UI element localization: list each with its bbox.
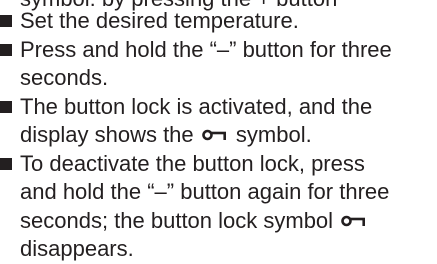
step-text-line-4: disappears. xyxy=(20,236,134,261)
step-text-line-3: seconds; the button lock symbol xyxy=(20,207,334,233)
instruction-page: symbol: by pressing the + button Set the… xyxy=(0,0,437,261)
instruction-list: Set the desired temperature. Press and h… xyxy=(0,7,437,264)
list-item-set-temperature: Set the desired temperature. xyxy=(0,7,437,36)
square-bullet-icon xyxy=(0,15,12,27)
list-item-press-hold: Press and hold the “–” button for three … xyxy=(0,36,437,93)
step-text: Set the desired temperature. xyxy=(20,8,299,33)
square-bullet-icon xyxy=(0,43,12,56)
list-item-lock-activated: The button lock is activated, and the di… xyxy=(0,93,437,150)
step-text-line-2: seconds. xyxy=(20,65,109,90)
step-text-line-2: display shows the xyxy=(20,122,194,147)
step-text-suffix: symbol. xyxy=(235,122,312,147)
step-text-line-1: The button lock is activated, and the xyxy=(20,93,373,119)
key-lock-icon xyxy=(201,128,228,142)
square-bullet-icon xyxy=(0,157,12,170)
square-bullet-icon xyxy=(0,100,12,113)
list-item-deactivate-lock: To deactivate the button lock, press and… xyxy=(0,150,437,264)
step-text-line-2: and hold the “–” button again for three xyxy=(20,179,390,204)
key-lock-icon xyxy=(341,214,367,228)
step-text-line-1: To deactivate the button lock, press xyxy=(20,150,365,176)
step-text-line-1: Press and hold the “–” button for three xyxy=(20,36,392,62)
